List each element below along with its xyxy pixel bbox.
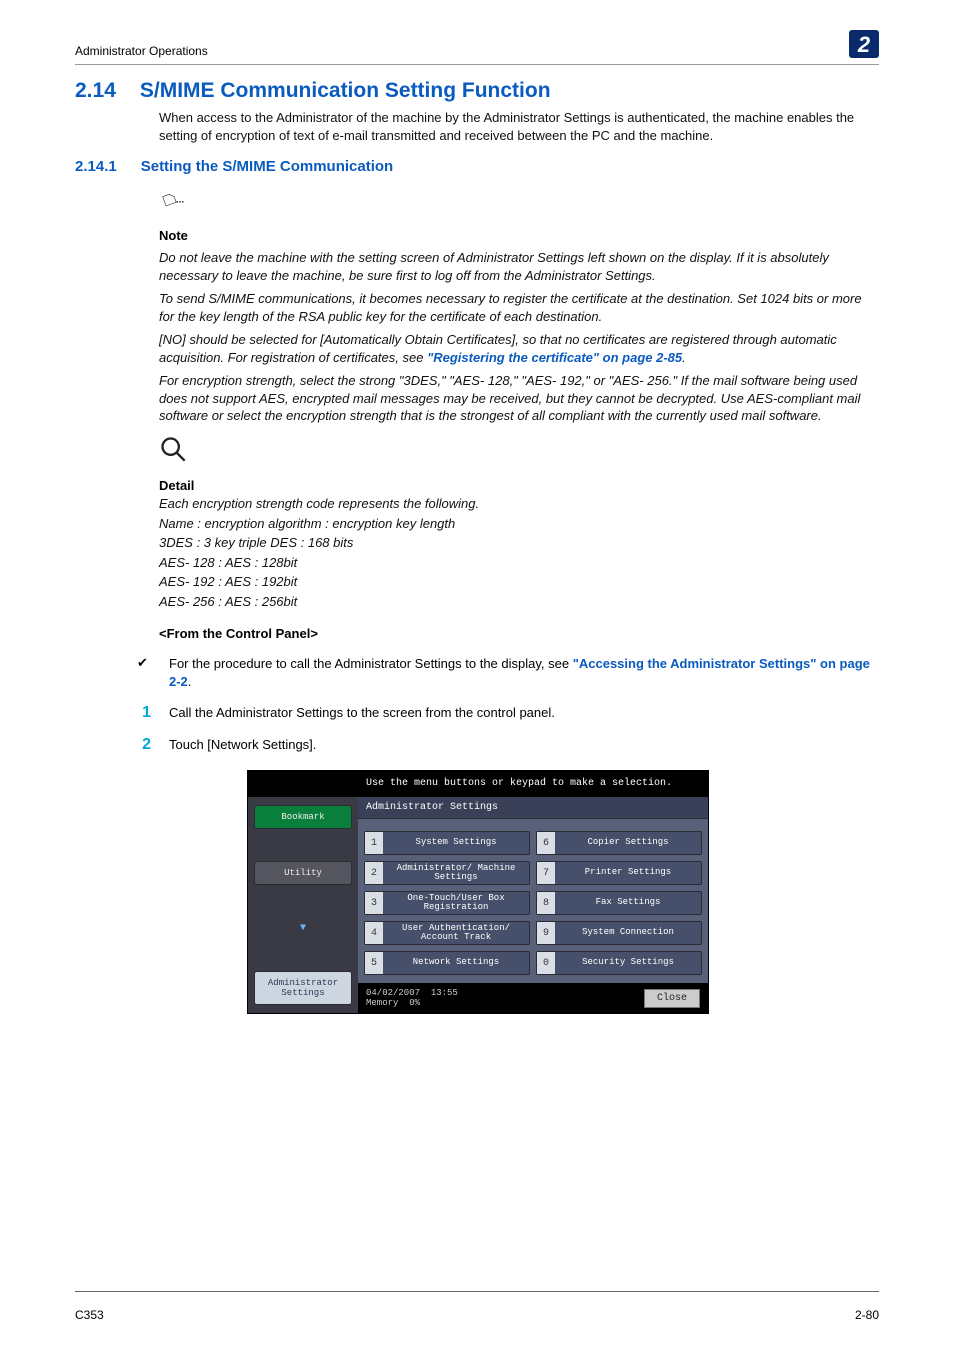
menu-label: User Authentication/ Account Track [383, 922, 529, 944]
sidebar-admin-settings-button[interactable]: Administrator Settings [254, 971, 352, 1005]
intro-paragraph: When access to the Administrator of the … [159, 109, 879, 144]
menu-number: 4 [365, 922, 383, 944]
menu-security-settings[interactable]: 0 Security Settings [536, 951, 702, 975]
footer-rule [75, 1291, 879, 1292]
detail-line: AES- 256 : AES : 256bit [159, 593, 879, 611]
note-icon [159, 185, 879, 218]
menu-label: Fax Settings [555, 892, 701, 914]
sidebar-arrow-icon: ▼ [300, 923, 306, 934]
detail-label: Detail [159, 478, 879, 493]
step-text: Touch [Network Settings]. [169, 736, 879, 754]
panel-close-button[interactable]: Close [644, 989, 700, 1008]
check-text-a: For the procedure to call the Administra… [169, 656, 573, 671]
menu-label: Security Settings [555, 952, 701, 974]
control-panel-heading: <From the Control Panel> [159, 626, 879, 641]
menu-copier-settings[interactable]: 6 Copier Settings [536, 831, 702, 855]
menu-number: 5 [365, 952, 383, 974]
menu-user-auth-account-track[interactable]: 4 User Authentication/ Account Track [364, 921, 530, 945]
status-time: 13:55 [431, 988, 458, 998]
menu-system-connection[interactable]: 9 System Connection [536, 921, 702, 945]
menu-admin-machine-settings[interactable]: 2 Administrator/ Machine Settings [364, 861, 530, 885]
menu-number: 7 [537, 862, 555, 884]
menu-one-touch-user-box[interactable]: 3 One-Touch/User Box Registration [364, 891, 530, 915]
menu-system-settings[interactable]: 1 System Settings [364, 831, 530, 855]
note-text: . [682, 350, 686, 365]
footer-right: 2-80 [855, 1308, 879, 1322]
panel-sidebar: Bookmark Utility ▼ Administrator Setting… [248, 797, 358, 1013]
menu-label: Printer Settings [555, 862, 701, 884]
menu-number: 6 [537, 832, 555, 854]
detail-icon [159, 435, 879, 468]
section-title: S/MIME Communication Setting Function [140, 79, 551, 103]
step-number: 2 [137, 736, 151, 754]
note-label: Note [159, 228, 879, 243]
note-paragraph: For encryption strength, select the stro… [159, 372, 879, 425]
panel-instruction: Use the menu buttons or keypad to make a… [358, 771, 708, 797]
menu-label: One-Touch/User Box Registration [383, 892, 529, 914]
subsection-title: Setting the S/MIME Communication [141, 158, 394, 175]
menu-network-settings[interactable]: 5 Network Settings [364, 951, 530, 975]
menu-label: System Connection [555, 922, 701, 944]
menu-number: 8 [537, 892, 555, 914]
menu-number: 2 [365, 862, 383, 884]
menu-label: Network Settings [383, 952, 529, 974]
detail-line: AES- 192 : AES : 192bit [159, 573, 879, 591]
detail-line: 3DES : 3 key triple DES : 168 bits [159, 534, 879, 552]
menu-fax-settings[interactable]: 8 Fax Settings [536, 891, 702, 915]
check-text: For the procedure to call the Administra… [169, 655, 879, 690]
menu-number: 1 [365, 832, 383, 854]
menu-label: System Settings [383, 832, 529, 854]
checkmark-icon: ✔ [137, 655, 151, 671]
status-mem-label: Memory [366, 998, 398, 1008]
panel-status-bar: 04/02/2007 13:55 Memory 0% Close [358, 983, 708, 1013]
detail-line: AES- 128 : AES : 128bit [159, 554, 879, 572]
sidebar-bookmark-button[interactable]: Bookmark [254, 805, 352, 829]
note-paragraph: To send S/MIME communications, it become… [159, 290, 879, 325]
menu-number: 0 [537, 952, 555, 974]
menu-printer-settings[interactable]: 7 Printer Settings [536, 861, 702, 885]
menu-label: Copier Settings [555, 832, 701, 854]
menu-number: 3 [365, 892, 383, 914]
footer-left: C353 [75, 1308, 104, 1322]
status-mem-value: 0% [409, 998, 420, 1008]
status-date: 04/02/2007 [366, 988, 420, 998]
panel-main: Administrator Settings 1 System Settings… [358, 797, 708, 1013]
chapter-number: 2 [849, 30, 879, 58]
header-rule [75, 64, 879, 65]
control-panel-screenshot: Use the menu buttons or keypad to make a… [247, 770, 709, 1014]
sidebar-utility-button[interactable]: Utility [254, 861, 352, 885]
note-paragraph: [NO] should be selected for [Automatical… [159, 331, 879, 366]
menu-number: 9 [537, 922, 555, 944]
detail-line: Each encryption strength code represents… [159, 495, 879, 513]
header-title: Administrator Operations [75, 44, 208, 58]
link-registering-certificate[interactable]: "Registering the certificate" on page 2-… [427, 350, 682, 365]
panel-breadcrumb: Administrator Settings [358, 797, 708, 819]
subsection-number: 2.14.1 [75, 158, 117, 175]
menu-label: Administrator/ Machine Settings [383, 862, 529, 884]
note-paragraph: Do not leave the machine with the settin… [159, 249, 879, 284]
check-text-b: . [188, 674, 192, 689]
section-number: 2.14 [75, 79, 116, 103]
detail-line: Name : encryption algorithm : encryption… [159, 515, 879, 533]
step-number: 1 [137, 704, 151, 722]
step-text: Call the Administrator Settings to the s… [169, 704, 879, 722]
